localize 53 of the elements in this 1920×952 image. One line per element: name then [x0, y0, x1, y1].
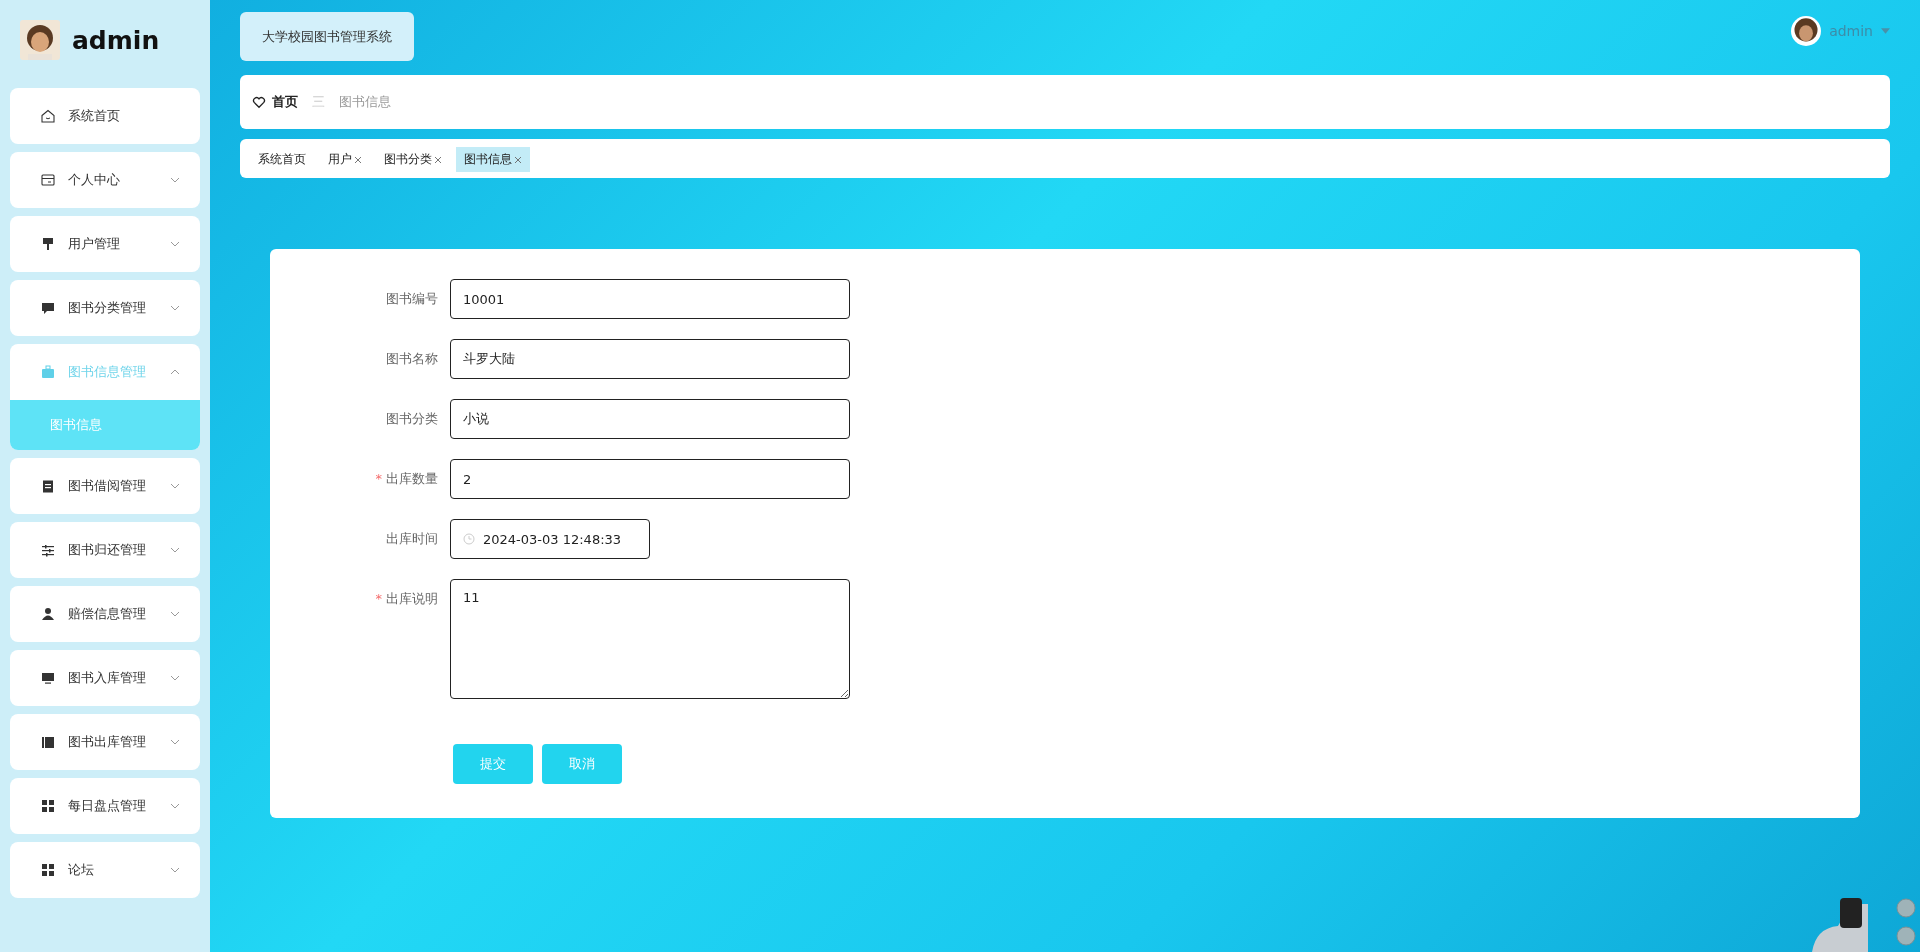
tab[interactable]: 用户 [320, 147, 370, 172]
menu-item[interactable]: 图书借阅管理 [10, 458, 200, 514]
menu-icon [40, 542, 56, 558]
tab[interactable]: 图书信息 [456, 147, 530, 172]
menu-icon [40, 236, 56, 252]
menu-icon [40, 172, 56, 188]
tab[interactable]: 系统首页 [250, 147, 314, 172]
avatar [20, 20, 60, 60]
menu-icon [40, 478, 56, 494]
close-icon[interactable] [354, 155, 362, 164]
field-label: 出库时间 [386, 531, 438, 546]
close-icon[interactable] [514, 155, 522, 164]
menu-icon [40, 606, 56, 622]
menu-icon [40, 862, 56, 878]
menu-icon [40, 734, 56, 750]
text-area[interactable]: 11 [450, 579, 850, 699]
caret-icon [1881, 28, 1890, 34]
heart-icon [252, 95, 266, 109]
menu-item[interactable]: 图书归还管理 [10, 522, 200, 578]
close-icon[interactable] [434, 155, 442, 164]
menu-item[interactable]: 图书入库管理 [10, 650, 200, 706]
input-field[interactable]: 小说 [450, 399, 850, 439]
menu-icon [40, 364, 56, 380]
clock-icon [463, 533, 475, 545]
field-label: 图书分类 [386, 411, 438, 426]
menu-icon [40, 300, 56, 316]
menu-icon [40, 108, 56, 124]
field-label: 出库说明 [386, 591, 438, 606]
required-mark: * [375, 471, 382, 486]
field-label: 图书名称 [386, 351, 438, 366]
required-mark: * [375, 591, 382, 606]
user-name: admin [72, 25, 160, 55]
input-field[interactable]: 10001 [450, 279, 850, 319]
menu-icon [40, 670, 56, 686]
menu-item[interactable]: 论坛 [10, 842, 200, 898]
breadcrumb-link[interactable]: 首页 [272, 93, 298, 111]
menu-item[interactable]: 系统首页 [10, 88, 200, 144]
breadcrumb-current: 图书信息 [339, 93, 391, 111]
menu-icon [40, 798, 56, 814]
input-field[interactable]: 2 [450, 459, 850, 499]
date-time-field[interactable]: 2024-03-03 12:48:33 [450, 519, 650, 559]
tab[interactable]: 图书分类 [376, 147, 450, 172]
menu-item[interactable]: 赔偿信息管理 [10, 586, 200, 642]
menu-item[interactable]: 图书分类管理 [10, 280, 200, 336]
user-avatar[interactable] [1791, 16, 1822, 46]
menu-item[interactable]: 个人中心 [10, 152, 200, 208]
input-field[interactable]: 斗罗大陆 [450, 339, 850, 379]
field-label: 出库数量 [386, 471, 438, 486]
menu-item[interactable]: 图书出库管理 [10, 714, 200, 770]
system-title: 大学校园图书管理系统 [240, 12, 414, 61]
menu-item[interactable]: 用户管理 [10, 216, 200, 272]
field-label: 图书编号 [386, 291, 438, 306]
menu-item[interactable]: 每日盘点管理 [10, 778, 200, 834]
